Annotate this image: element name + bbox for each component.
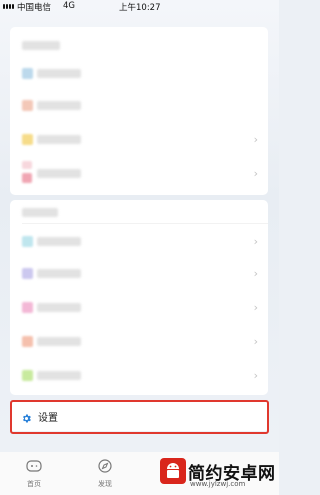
- menu-row[interactable]: ›: [10, 260, 268, 288]
- chevron-right-icon: ›: [253, 267, 258, 280]
- section-heading-blurred: [22, 208, 58, 217]
- row-label-blurred: [37, 135, 81, 144]
- menu-row[interactable]: ›: [10, 362, 268, 390]
- menu-row[interactable]: ›: [10, 294, 268, 322]
- row-label-blurred: [37, 237, 81, 246]
- row-label-blurred: [37, 371, 81, 380]
- highlight-box: [10, 400, 269, 434]
- home-chat-icon: [26, 460, 42, 472]
- chevron-right-icon: ›: [253, 133, 258, 146]
- row-icon: [22, 302, 33, 313]
- tab-discover-label: 发现: [98, 480, 112, 488]
- clock: 上午10:27: [119, 3, 161, 13]
- row-icon: [22, 173, 32, 183]
- chevron-right-icon: ›: [253, 335, 258, 348]
- chevron-right-icon: ›: [253, 301, 258, 314]
- tab-home[interactable]: 首页: [14, 458, 54, 489]
- row-icon: [22, 68, 33, 79]
- watermark-url: www.jylzwj.com: [190, 480, 246, 488]
- row-icon: [22, 268, 33, 279]
- compass-icon: [98, 459, 112, 473]
- menu-card-1: › ›: [10, 27, 268, 195]
- menu-row[interactable]: ›: [10, 228, 268, 256]
- row-icon: [22, 236, 33, 247]
- status-bar: 中国电信 4G 上午10:27: [0, 0, 279, 14]
- row-label-blurred: [37, 169, 81, 178]
- divider: [22, 223, 268, 224]
- carrier-name: 中国电信: [17, 3, 52, 13]
- row-icon: [22, 161, 32, 169]
- tab-home-label: 首页: [27, 480, 41, 488]
- row-icon: [22, 100, 33, 111]
- row-label-blurred: [37, 101, 81, 110]
- row-label-blurred: [37, 69, 81, 78]
- watermark: 简约安卓网 www.jylzwj.com: [160, 456, 278, 494]
- menu-row[interactable]: ›: [10, 125, 268, 155]
- menu-row[interactable]: ›: [10, 328, 268, 356]
- android-logo-icon: [160, 458, 186, 484]
- row-icon: [22, 370, 33, 381]
- network-type: 4G: [63, 1, 75, 11]
- row-icon: [22, 336, 33, 347]
- menu-row[interactable]: [10, 59, 268, 89]
- chevron-right-icon: ›: [253, 167, 258, 180]
- row-label-blurred: [37, 337, 81, 346]
- signal-strength-icon: [3, 4, 14, 9]
- row-label-blurred: [37, 269, 81, 278]
- section-heading-blurred: [22, 41, 60, 50]
- chevron-right-icon: ›: [253, 369, 258, 382]
- row-label-blurred: [37, 303, 81, 312]
- row-icon: [22, 134, 33, 145]
- menu-card-2: › › › › ›: [10, 200, 268, 395]
- menu-row[interactable]: [10, 91, 268, 121]
- tab-discover[interactable]: 发现: [85, 458, 125, 489]
- menu-row[interactable]: ›: [10, 157, 268, 191]
- chevron-right-icon: ›: [253, 235, 258, 248]
